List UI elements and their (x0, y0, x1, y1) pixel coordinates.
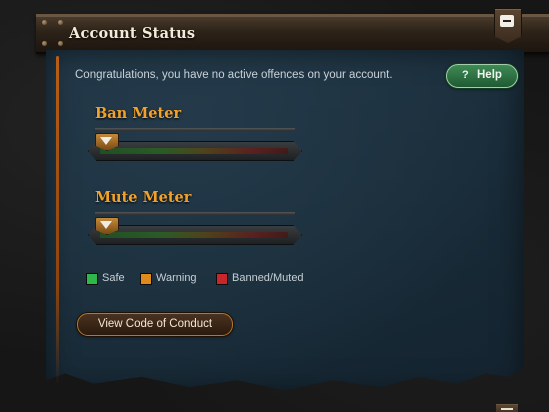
ban-meter-underline (95, 128, 295, 131)
ban-meter-scale (100, 148, 288, 154)
rivet (58, 20, 63, 25)
question-mark-icon: ? (462, 69, 469, 81)
help-button[interactable]: ? Help (446, 64, 518, 88)
window-title-bar: Account Status (36, 14, 549, 54)
view-code-of-conduct-button[interactable]: View Code of Conduct (77, 313, 233, 336)
window-title: Account Status (69, 25, 196, 42)
help-label: Help (477, 69, 502, 81)
account-status-screen: Account Status Congratulations, you have… (0, 0, 549, 412)
mute-meter-title: Mute Meter (95, 189, 192, 206)
status-message: Congratulations, you have no active offe… (75, 69, 393, 81)
rivet (58, 41, 63, 46)
ban-meter-arrow-icon (100, 137, 112, 145)
ban-meter-track (88, 141, 302, 161)
legend-banned-swatch (216, 273, 228, 285)
panel-accent-line (56, 56, 59, 386)
rivet (42, 20, 47, 25)
mute-meter-scale (100, 232, 288, 238)
ban-meter-title: Ban Meter (95, 105, 182, 122)
minus-icon[interactable] (500, 15, 514, 27)
legend-safe-label: Safe (102, 272, 125, 284)
next-panel-collapse-icon[interactable] (496, 404, 518, 412)
legend-warning-swatch (140, 273, 152, 285)
mute-meter-arrow-icon (100, 221, 112, 229)
rivet (42, 41, 47, 46)
mute-meter-track (88, 225, 302, 245)
legend-banned-label: Banned/Muted (232, 272, 304, 284)
mute-meter-underline (95, 212, 295, 215)
legend-safe-swatch (86, 273, 98, 285)
legend-warning-label: Warning (156, 272, 197, 284)
